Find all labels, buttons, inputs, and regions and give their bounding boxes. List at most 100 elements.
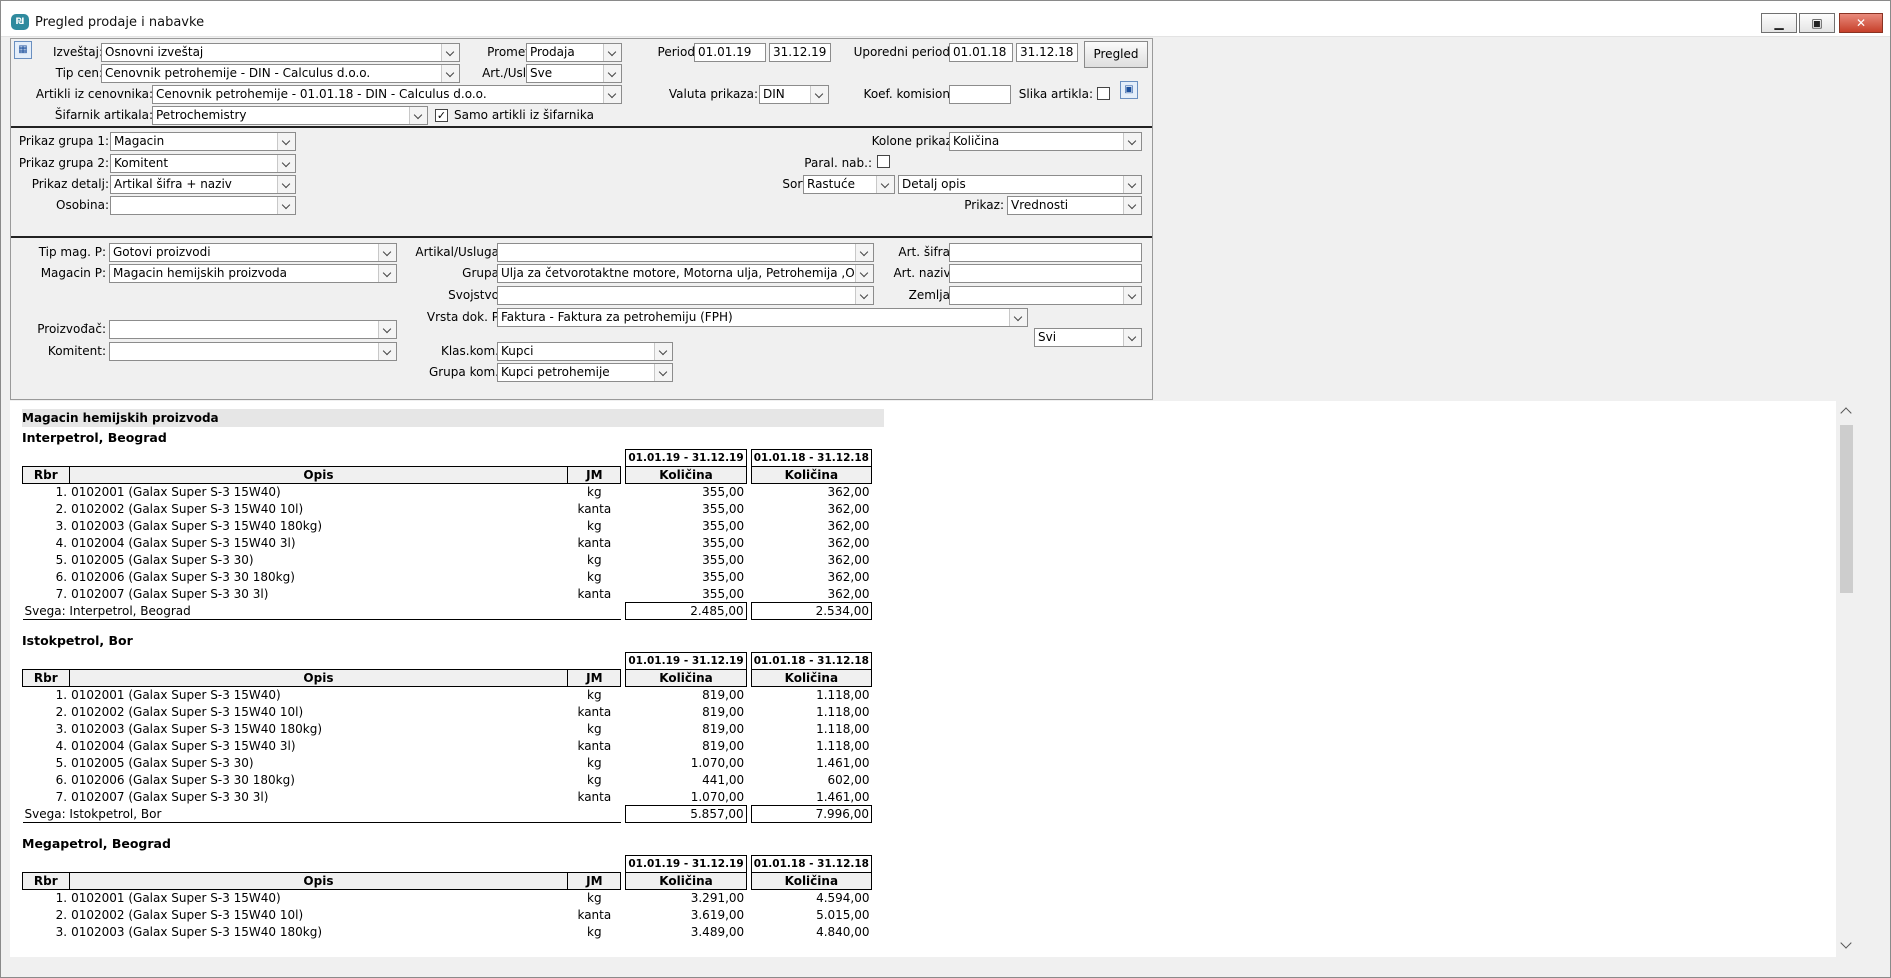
tip-cen-combo[interactable]: Cenovnik petrohemije - DIN - Calculus d.… xyxy=(101,64,460,83)
zemlja-combo[interactable] xyxy=(949,286,1142,305)
paral-nab-checkbox[interactable] xyxy=(877,155,890,168)
izvestaj-combo[interactable]: Osnovni izveštaj xyxy=(101,43,460,62)
chevron-down-icon[interactable] xyxy=(441,44,459,61)
sort-by-combo[interactable]: Detalj opis xyxy=(898,175,1142,194)
kolicina-2-cell: 362,00 xyxy=(827,519,870,533)
kolicina-1-cell: 819,00 xyxy=(702,705,745,719)
art-sifra-field[interactable] xyxy=(949,243,1142,262)
chevron-down-icon[interactable] xyxy=(378,321,396,338)
chevron-down-icon[interactable] xyxy=(277,176,295,193)
valuta-prikaza-combo[interactable]: DIN xyxy=(759,85,829,104)
table-row[interactable]: 2. 0102002 (Galax Super S-3 15W40 10l) kan… xyxy=(23,907,872,924)
prikaz-grupa-2-combo[interactable]: Komitent xyxy=(110,154,296,173)
chevron-down-icon[interactable] xyxy=(277,197,295,214)
proizvodjac-combo[interactable] xyxy=(109,320,397,339)
close-button[interactable]: ✕ xyxy=(1839,13,1883,33)
table-row[interactable]: 5. 0102005 (Galax Super S-3 30) kg 1.070,00… xyxy=(23,755,872,772)
chevron-down-icon[interactable] xyxy=(1123,329,1141,346)
pregled-button[interactable]: Pregled xyxy=(1084,41,1148,68)
prikaz-combo[interactable]: Vrednosti xyxy=(1007,196,1142,215)
chevron-down-icon[interactable] xyxy=(378,244,396,261)
koef-komision-field[interactable] xyxy=(949,85,1011,104)
table-row[interactable]: 3. 0102003 (Galax Super S-3 15W40 180kg) k… xyxy=(23,518,872,535)
minimize-button[interactable]: ▁ xyxy=(1761,13,1797,33)
table-row[interactable]: 3. 0102003 (Galax Super S-3 15W40 180kg) k… xyxy=(23,721,872,738)
chevron-down-icon[interactable] xyxy=(1123,133,1141,150)
table-row[interactable]: 1. 0102001 (Galax Super S-3 15W40) kg 355,0… xyxy=(23,484,872,501)
svojstvo-combo[interactable] xyxy=(497,286,874,305)
scroll-down-icon[interactable] xyxy=(1840,937,1852,949)
chevron-down-icon[interactable] xyxy=(277,133,295,150)
table-row[interactable]: 6. 0102006 (Galax Super S-3 30 180kg) kg 44… xyxy=(23,772,872,789)
promet-combo[interactable]: Prodaja xyxy=(526,43,622,62)
proizvodjac-label: Proizvođač: xyxy=(37,322,106,336)
period-to-field[interactable]: 31.12.19 xyxy=(769,43,831,62)
chevron-down-icon[interactable] xyxy=(810,86,828,103)
artikli-iz-cenovnika-combo[interactable]: Cenovnik petrohemije - 01.01.18 - DIN - … xyxy=(152,85,622,104)
art-usl-combo[interactable]: Sve xyxy=(526,64,622,83)
chevron-down-icon[interactable] xyxy=(654,364,672,381)
chevron-down-icon[interactable] xyxy=(441,65,459,82)
samo-artikli-checkbox[interactable]: ✓ xyxy=(435,109,448,122)
scroll-up-icon[interactable] xyxy=(1840,407,1852,419)
image-view-button[interactable]: ▣ xyxy=(1120,81,1138,99)
grupa-combo[interactable]: Ulja za četvorotaktne motore, Motorna ul… xyxy=(497,264,874,283)
table-row[interactable]: 6. 0102006 (Galax Super S-3 30 180kg) kg 35… xyxy=(23,569,872,586)
chevron-down-icon[interactable] xyxy=(1123,197,1141,214)
table-row[interactable]: 4. 0102004 (Galax Super S-3 15W40 3l) kant… xyxy=(23,738,872,755)
uporedni-to-field[interactable]: 31.12.18 xyxy=(1016,43,1078,62)
chevron-down-icon[interactable] xyxy=(1009,309,1027,326)
kolicina-1-cell: 819,00 xyxy=(702,722,745,736)
sifarnik-artikala-combo[interactable]: Petrochemistry xyxy=(152,106,428,125)
svi-value: Svi xyxy=(1038,330,1057,344)
chevron-down-icon[interactable] xyxy=(277,155,295,172)
chevron-down-icon[interactable] xyxy=(409,107,427,124)
table-row[interactable]: 7. 0102007 (Galax Super S-3 30 3l) kanta 35… xyxy=(23,586,872,603)
table-row[interactable]: 1. 0102001 (Galax Super S-3 15W40) kg 819,0… xyxy=(23,687,872,704)
komitent-combo[interactable] xyxy=(109,342,397,361)
table-row[interactable]: 1. 0102001 (Galax Super S-3 15W40) kg 3.291… xyxy=(23,890,872,907)
tip-mag-p-combo[interactable]: Gotovi proizvodi xyxy=(109,243,397,262)
svi-combo[interactable]: Svi xyxy=(1034,328,1142,347)
chevron-down-icon[interactable] xyxy=(603,65,621,82)
title-bar[interactable]: ₪ Pregled prodaje i nabavke ▁ ▣ ✕ xyxy=(1,1,1890,37)
uporedni-from-field[interactable]: 01.01.18 xyxy=(949,43,1013,62)
vertical-scrollbar[interactable] xyxy=(1836,401,1856,957)
opis-cell: 0102007 (Galax Super S-3 30 3l) xyxy=(71,587,269,601)
chevron-down-icon[interactable] xyxy=(378,265,396,282)
magacin-p-combo[interactable]: Magacin hemijskih proizvoda xyxy=(109,264,397,283)
group-title: Interpetrol, Beograd xyxy=(22,430,167,445)
table-row[interactable]: 4. 0102004 (Galax Super S-3 15W40 3l) kant… xyxy=(23,535,872,552)
chevron-down-icon[interactable] xyxy=(603,86,621,103)
sort-order-combo[interactable]: Rastuće xyxy=(803,175,895,194)
osobina-combo[interactable] xyxy=(110,196,296,215)
artikal-usluga-combo[interactable] xyxy=(497,243,874,262)
kolone-prikaz-combo[interactable]: Količina xyxy=(949,132,1142,151)
maximize-button[interactable]: ▣ xyxy=(1799,13,1835,33)
period-from-field[interactable]: 01.01.19 xyxy=(694,43,766,62)
chevron-down-icon[interactable] xyxy=(1123,176,1141,193)
prikaz-grupa-1-combo[interactable]: Magacin xyxy=(110,132,296,151)
table-row[interactable]: 7. 0102007 (Galax Super S-3 30 3l) kanta 1.… xyxy=(23,789,872,806)
grupa-kom-combo[interactable]: Kupci petrohemije xyxy=(497,363,673,382)
rbr-cell: 2. xyxy=(55,502,68,516)
report-groups: Interpetrol, Beograd 01.01.19 - 31.12.19 0… xyxy=(22,427,882,951)
table-row[interactable]: 2. 0102002 (Galax Super S-3 15W40 10l) kan… xyxy=(23,501,872,518)
chevron-down-icon[interactable] xyxy=(654,343,672,360)
chevron-down-icon[interactable] xyxy=(603,44,621,61)
horizontal-scrollbar[interactable] xyxy=(10,957,1876,977)
klas-kom-combo[interactable]: Kupci xyxy=(497,342,673,361)
art-naziv-field[interactable] xyxy=(949,264,1142,283)
report-settings-button[interactable]: ▦ xyxy=(14,41,32,59)
table-row[interactable]: 2. 0102002 (Galax Super S-3 15W40 10l) kan… xyxy=(23,704,872,721)
scroll-thumb[interactable] xyxy=(1840,425,1853,593)
chevron-down-icon[interactable] xyxy=(1123,287,1141,304)
slika-artikla-checkbox[interactable] xyxy=(1097,87,1110,100)
table-row[interactable]: 3. 0102003 (Galax Super S-3 15W40 180kg) k… xyxy=(23,924,872,941)
table-row[interactable]: 5. 0102005 (Galax Super S-3 30) kg 355,00 36… xyxy=(23,552,872,569)
prikaz-detalj-combo[interactable]: Artikal šifra + naziv xyxy=(110,175,296,194)
report-view[interactable]: Magacin hemijskih proizvoda Interpetrol,… xyxy=(10,401,1856,957)
vrsta-dok-p-combo[interactable]: Faktura - Faktura za petrohemiju (FPH) xyxy=(497,308,1028,327)
chevron-down-icon[interactable] xyxy=(876,176,894,193)
chevron-down-icon[interactable] xyxy=(378,343,396,360)
